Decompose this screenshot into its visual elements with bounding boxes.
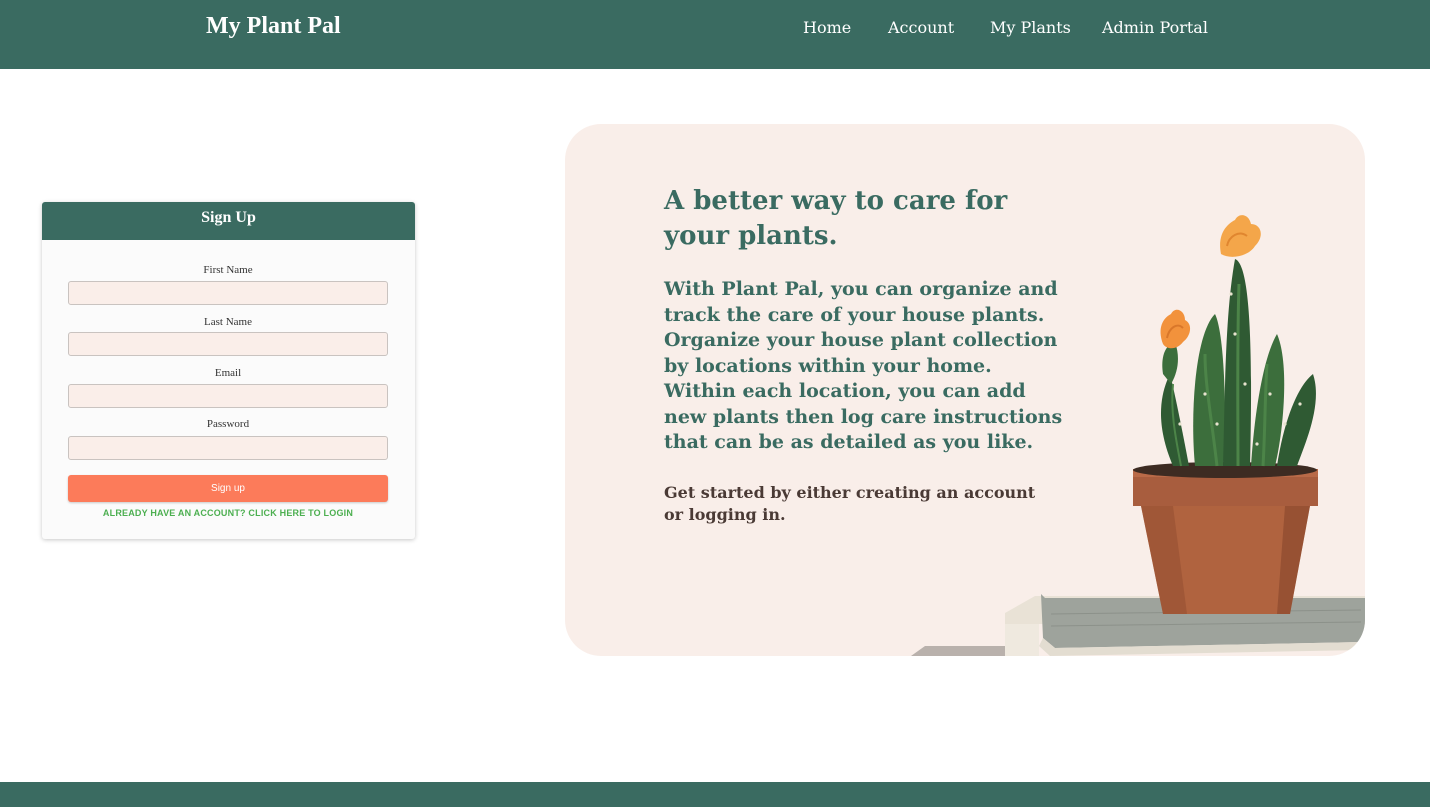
cactus-pot-image	[911, 215, 1365, 656]
nav-link-home[interactable]: Home	[803, 17, 851, 39]
signup-card-title: Sign Up	[42, 202, 415, 240]
signup-button[interactable]: Sign up	[68, 475, 388, 502]
last-name-input[interactable]	[68, 332, 388, 356]
nav-links: Home Account My Plants Admin Portal	[0, 17, 1430, 39]
password-label: Password	[206, 418, 250, 430]
email-label: Email	[214, 367, 242, 379]
first-name-label: First Name	[203, 264, 253, 276]
footer-bar	[0, 782, 1430, 807]
password-input[interactable]	[68, 436, 388, 460]
nav-link-my-plants[interactable]: My Plants	[990, 17, 1071, 39]
login-link[interactable]: ALREADY HAVE AN ACCOUNT? CLICK HERE TO L…	[68, 507, 388, 519]
signup-card: Sign Up First Name Last Name Email Passw…	[42, 202, 415, 539]
top-navbar: My Plant Pal Home Account My Plants Admi…	[0, 0, 1430, 69]
nav-link-admin-portal[interactable]: Admin Portal	[1102, 17, 1208, 39]
nav-link-account[interactable]: Account	[888, 17, 954, 39]
cactus-icon	[1160, 259, 1316, 467]
last-name-label: Last Name	[204, 316, 252, 328]
background-object	[911, 646, 1015, 656]
hero-panel: A better way to care for your plants. Wi…	[565, 124, 1365, 656]
flower-pot-icon	[1133, 462, 1318, 614]
first-name-input[interactable]	[68, 281, 388, 305]
email-input[interactable]	[68, 384, 388, 408]
